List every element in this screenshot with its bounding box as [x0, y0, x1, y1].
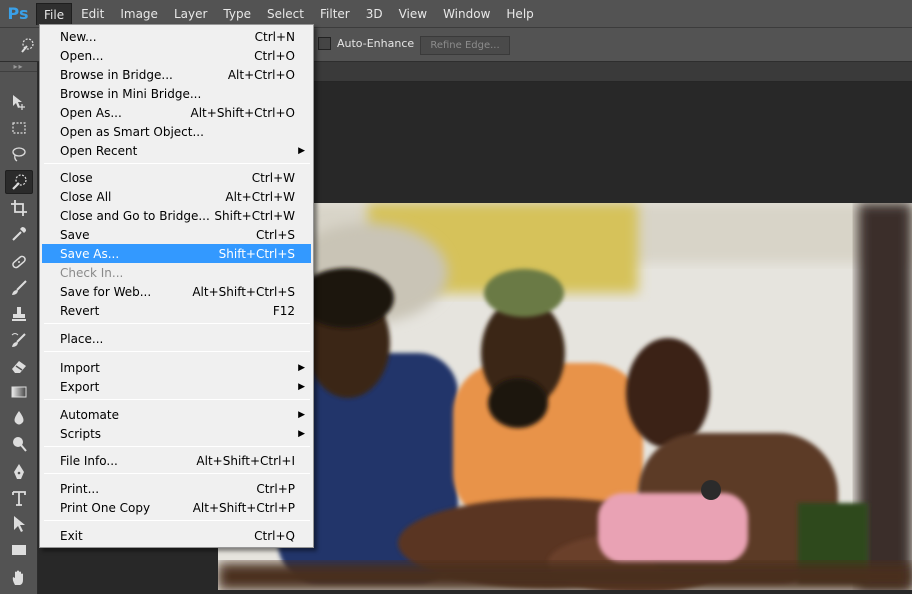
menu-item-file-info[interactable]: File Info... Alt+Shift+Ctrl+I [42, 451, 311, 470]
menu-separator [44, 323, 310, 324]
menu-type[interactable]: Type [216, 3, 258, 25]
menu-item-open-as[interactable]: Open As... Alt+Shift+Ctrl+O [42, 103, 311, 122]
history-brush-tool-icon[interactable] [5, 328, 33, 352]
menu-3d[interactable]: 3D [359, 3, 390, 25]
rectangle-tool-icon[interactable] [5, 538, 33, 562]
lasso-tool-icon[interactable] [5, 142, 33, 166]
menu-item-place[interactable]: Place... [42, 329, 311, 348]
menu-item-revert[interactable]: Revert F12 [42, 301, 311, 320]
menu-item-save-as[interactable]: Save As... Shift+Ctrl+S [42, 244, 311, 263]
photo-image [218, 203, 912, 590]
menu-item-print[interactable]: Print... Ctrl+P [42, 479, 311, 498]
menu-item-export[interactable]: Export ▶ [42, 377, 311, 396]
menu-separator [44, 473, 310, 474]
hand-tool-icon[interactable] [5, 566, 33, 590]
toolbox: ▸▸ [0, 62, 38, 594]
clone-stamp-tool-icon[interactable] [5, 302, 33, 326]
menu-item-print-one-copy[interactable]: Print One Copy Alt+Shift+Ctrl+P [42, 498, 311, 517]
quick-selection-tool-icon[interactable] [5, 170, 33, 194]
checkbox-box[interactable] [318, 37, 331, 50]
menu-item-close[interactable]: Close Ctrl+W [42, 168, 311, 187]
menu-item-close-all[interactable]: Close All Alt+Ctrl+W [42, 187, 311, 206]
menu-item-save-for-web[interactable]: Save for Web... Alt+Shift+Ctrl+S [42, 282, 311, 301]
crop-tool-icon[interactable] [5, 196, 33, 220]
menu-item-open[interactable]: Open... Ctrl+O [42, 46, 311, 65]
menu-view[interactable]: View [392, 3, 434, 25]
menu-separator [44, 351, 310, 352]
gradient-tool-icon[interactable] [5, 380, 33, 404]
menu-item-browse-in-mini-bridge[interactable]: Browse in Mini Bridge... [42, 84, 311, 103]
healing-brush-tool-icon[interactable] [5, 250, 33, 274]
submenu-arrow-icon: ▶ [298, 428, 305, 439]
blur-tool-icon[interactable] [5, 406, 33, 430]
auto-enhance-checkbox[interactable]: Auto-Enhance [318, 37, 414, 50]
menu-separator [44, 399, 310, 400]
menu-item-save[interactable]: Save Ctrl+S [42, 225, 311, 244]
photoshop-window: Ps File Edit Image Layer Type Select Fil… [0, 0, 912, 594]
eyedropper-tool-icon[interactable] [5, 222, 33, 246]
submenu-arrow-icon: ▶ [298, 381, 305, 392]
pen-tool-icon[interactable] [5, 460, 33, 484]
menu-item-open-as-smart-object[interactable]: Open as Smart Object... [42, 122, 311, 141]
menu-file[interactable]: File [36, 2, 73, 25]
menu-help[interactable]: Help [499, 3, 540, 25]
menu-separator [44, 446, 310, 447]
dodge-tool-icon[interactable] [5, 432, 33, 456]
refine-edge-button[interactable]: Refine Edge... [420, 36, 510, 55]
menu-edit[interactable]: Edit [74, 3, 111, 25]
submenu-arrow-icon: ▶ [298, 145, 305, 156]
menu-select[interactable]: Select [260, 3, 311, 25]
menu-item-exit[interactable]: Exit Ctrl+Q [42, 526, 311, 545]
menu-separator [44, 520, 310, 521]
photoshop-logo: Ps [7, 4, 29, 23]
marquee-tool-icon[interactable] [5, 116, 33, 140]
menu-item-check-in: Check In... [60, 265, 124, 280]
eraser-tool-icon[interactable] [5, 354, 33, 378]
submenu-arrow-icon: ▶ [298, 362, 305, 373]
menu-separator [44, 163, 310, 164]
auto-enhance-label: Auto-Enhance [337, 37, 415, 50]
menu-window[interactable]: Window [436, 3, 497, 25]
type-tool-icon[interactable] [5, 486, 33, 510]
menu-item-scripts[interactable]: Scripts ▶ [42, 424, 311, 443]
menu-filter[interactable]: Filter [313, 3, 357, 25]
menu-layer[interactable]: Layer [167, 3, 214, 25]
menu-item-close-and-go-to-bridge[interactable]: Close and Go to Bridge... Shift+Ctrl+W [42, 206, 311, 225]
menu-item-browse-in-bridge[interactable]: Browse in Bridge... Alt+Ctrl+O [42, 65, 311, 84]
toolbox-grip[interactable]: ▸▸ [0, 62, 37, 72]
menu-item-automate[interactable]: Automate ▶ [42, 405, 311, 424]
menu-image[interactable]: Image [113, 3, 165, 25]
submenu-arrow-icon: ▶ [298, 409, 305, 420]
path-selection-tool-icon[interactable] [5, 512, 33, 536]
brush-tool-icon[interactable] [5, 276, 33, 300]
canvas-photo[interactable] [218, 203, 912, 590]
menu-item-open-recent[interactable]: Open Recent ▶ [42, 141, 311, 160]
move-tool-icon[interactable] [5, 90, 33, 114]
menu-item-new[interactable]: New... Ctrl+N [42, 27, 311, 46]
quick-selection-icon[interactable] [14, 34, 40, 56]
menu-item-import[interactable]: Import ▶ [42, 358, 311, 377]
file-menu-dropdown: New... Ctrl+N Open... Ctrl+O Browse in Bri… [39, 24, 314, 548]
